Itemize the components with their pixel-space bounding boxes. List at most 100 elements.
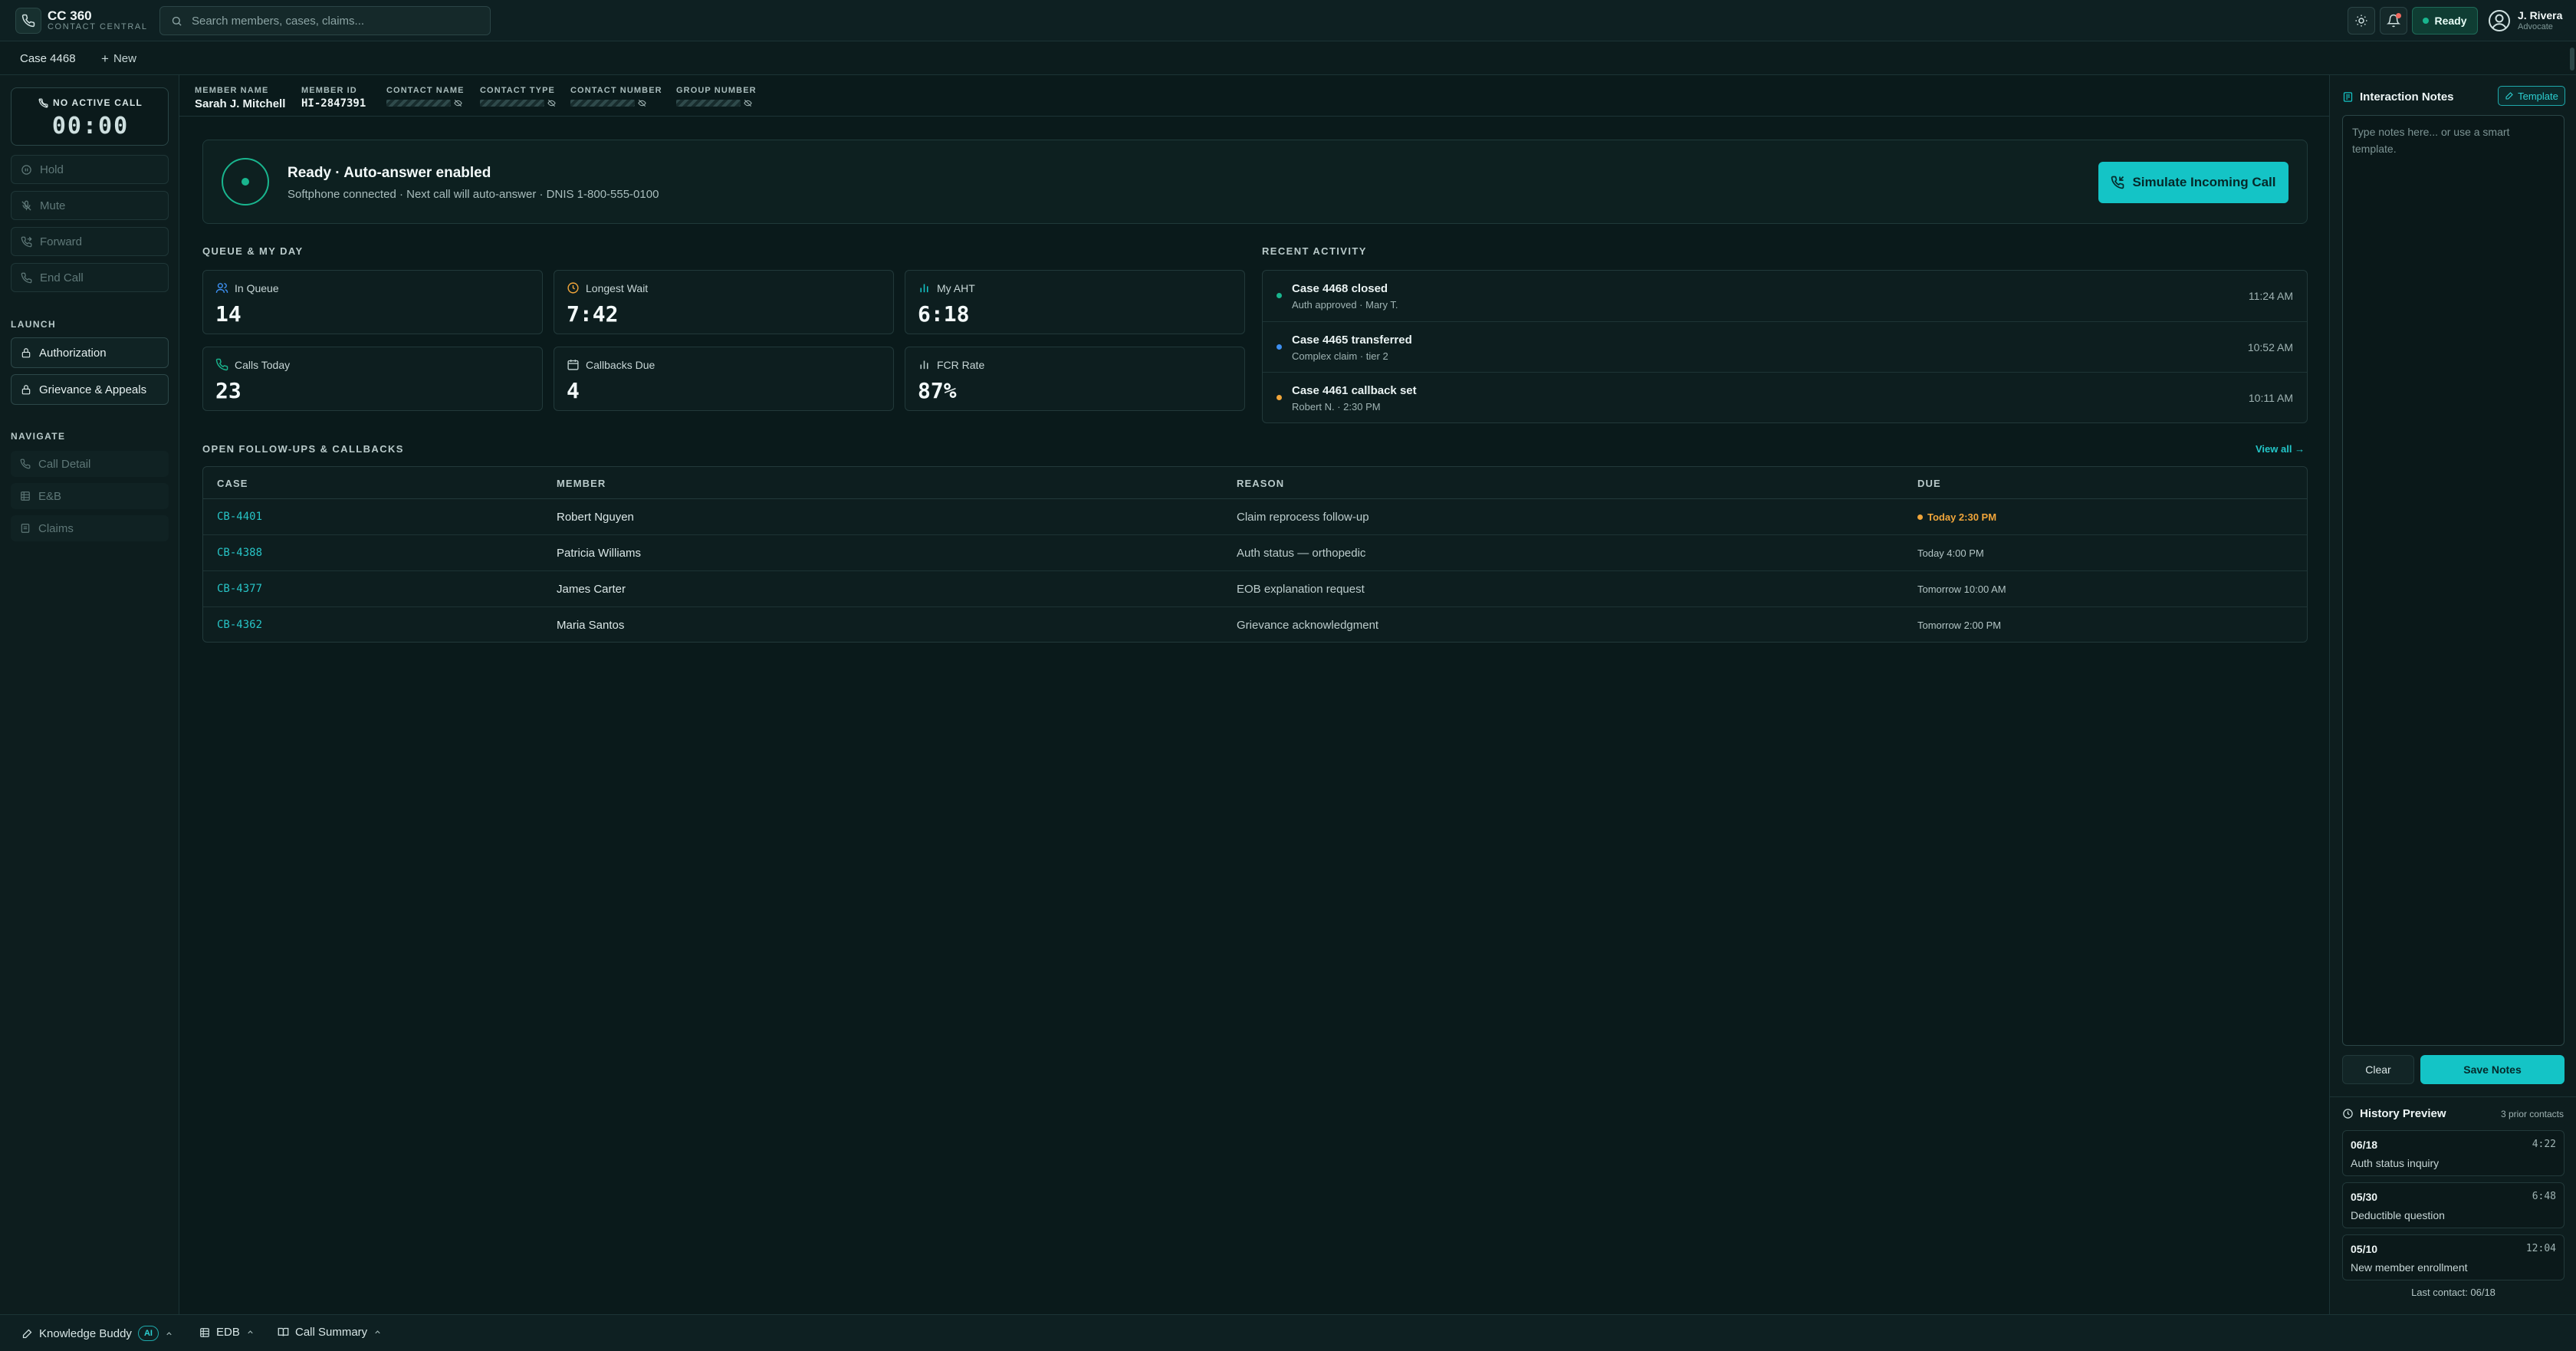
table-row[interactable]: CB-4377 James Carter EOB explanation req… bbox=[203, 571, 2307, 607]
knowledge-buddy-toggle[interactable]: Knowledge Buddy AI bbox=[21, 1326, 173, 1341]
ai-badge: AI bbox=[137, 1326, 159, 1341]
notes-title: Interaction Notes bbox=[2360, 90, 2454, 104]
stat-value: 23 bbox=[215, 378, 242, 403]
launch-authorization-button[interactable]: Authorization bbox=[11, 337, 169, 368]
table-row[interactable]: CB-4362 Maria Santos Grievance acknowled… bbox=[203, 607, 2307, 642]
left-sidebar: NO ACTIVE CALL 00:00 Hold Mute Forward E… bbox=[0, 75, 179, 1314]
nav-eb[interactable]: E&B bbox=[11, 483, 169, 509]
table-row[interactable]: CB-4388 Patricia Williams Auth status — … bbox=[203, 535, 2307, 571]
history-topic: Deductible question bbox=[2351, 1209, 2445, 1221]
activity-item[interactable]: Case 4468 closed Auth approved · Mary T.… bbox=[1263, 271, 2307, 321]
clock-icon bbox=[567, 282, 579, 294]
forward-button[interactable]: Forward bbox=[11, 227, 169, 256]
member-name-value: Sarah J. Mitchell bbox=[195, 97, 286, 110]
end-call-button[interactable]: End Call bbox=[11, 263, 169, 292]
call-status-label: NO ACTIVE CALL bbox=[52, 97, 143, 108]
app-subtitle: CONTACT CENTRAL bbox=[48, 22, 148, 31]
history-card[interactable]: 05/10 12:04 New member enrollment bbox=[2342, 1234, 2564, 1280]
plus-icon: + bbox=[101, 51, 109, 66]
due-date: Tomorrow 10:00 AM bbox=[1917, 583, 2006, 595]
due-text: Today 2:30 PM bbox=[1927, 511, 1997, 523]
notifications-button[interactable] bbox=[2380, 7, 2407, 35]
table-row[interactable]: CB-4401 Robert Nguyen Claim reprocess fo… bbox=[203, 499, 2307, 535]
history-card[interactable]: 05/30 6:48 Deductible question bbox=[2342, 1182, 2564, 1228]
template-button[interactable]: Template bbox=[2498, 86, 2565, 106]
case-id-link[interactable]: CB-4401 bbox=[217, 511, 262, 523]
case-id-link[interactable]: CB-4377 bbox=[217, 583, 262, 595]
call-summary-toggle[interactable]: Call Summary bbox=[278, 1326, 382, 1339]
search-input[interactable] bbox=[191, 14, 490, 28]
view-all-link[interactable]: View all → bbox=[2256, 443, 2305, 455]
history-card[interactable]: 06/18 4:22 Auth status inquiry bbox=[2342, 1130, 2564, 1176]
contact-name-masked[interactable] bbox=[386, 99, 465, 107]
masked-value bbox=[386, 100, 451, 107]
scrollbar-thumb[interactable] bbox=[2570, 48, 2574, 71]
clear-notes-button[interactable]: Clear bbox=[2342, 1055, 2414, 1084]
history-count: 3 prior contacts bbox=[2500, 1109, 2564, 1119]
grid-icon bbox=[21, 491, 30, 501]
activity-subtitle: Complex claim · tier 2 bbox=[1292, 350, 1388, 362]
eye-off-icon bbox=[744, 99, 752, 107]
stat-label: Calls Today bbox=[235, 358, 291, 371]
save-notes-button[interactable]: Save Notes bbox=[2420, 1055, 2564, 1084]
activity-item[interactable]: Case 4465 transferred Complex claim · ti… bbox=[1263, 321, 2307, 372]
launch-grievance-button[interactable]: Grievance & Appeals bbox=[11, 374, 169, 405]
new-tab-button[interactable]: + New bbox=[101, 52, 136, 65]
member-info-strip: MEMBER NAME Sarah J. Mitchell MEMBER ID … bbox=[179, 75, 2329, 117]
document-icon bbox=[21, 524, 30, 533]
mic-off-icon bbox=[21, 200, 31, 211]
history-date: 06/18 bbox=[2351, 1139, 2378, 1151]
case-id-link[interactable]: CB-4362 bbox=[217, 619, 262, 631]
group-number-masked[interactable] bbox=[676, 99, 757, 107]
phone-off-icon bbox=[38, 97, 48, 107]
eye-off-icon bbox=[638, 99, 646, 107]
last-contact: Last contact: 06/18 bbox=[2411, 1287, 2496, 1298]
member-name: Robert Nguyen bbox=[557, 511, 634, 524]
hold-button[interactable]: Hold bbox=[11, 155, 169, 184]
reason: EOB explanation request bbox=[1237, 583, 1365, 596]
phone-forward-icon bbox=[21, 236, 32, 247]
knowledge-buddy-label: Knowledge Buddy bbox=[39, 1326, 132, 1340]
tab-case-4468[interactable]: Case 4468 bbox=[20, 52, 76, 65]
activity-item[interactable]: Case 4461 callback set Robert N. · 2:30 … bbox=[1263, 372, 2307, 422]
stat-value: 87% bbox=[918, 378, 957, 403]
column-header-member[interactable]: MEMBER bbox=[557, 478, 606, 489]
nav-call-detail[interactable]: Call Detail bbox=[11, 451, 169, 477]
simulate-incoming-call-button[interactable]: Simulate Incoming Call bbox=[2098, 162, 2288, 203]
reason: Claim reprocess follow-up bbox=[1237, 511, 1369, 524]
recent-activity-list: Case 4468 closed Auth approved · Mary T.… bbox=[1262, 270, 2308, 423]
contact-number-masked[interactable] bbox=[570, 99, 662, 107]
eye-off-icon bbox=[547, 99, 556, 107]
mute-button[interactable]: Mute bbox=[11, 191, 169, 220]
lock-icon bbox=[21, 385, 31, 395]
stat-label: Longest Wait bbox=[586, 281, 649, 294]
edb-toggle[interactable]: EDB bbox=[199, 1326, 255, 1339]
contact-type-masked[interactable] bbox=[480, 99, 556, 107]
search-box[interactable] bbox=[159, 6, 491, 35]
user-avatar-icon[interactable] bbox=[2487, 8, 2512, 33]
notes-textarea[interactable] bbox=[2342, 115, 2564, 1046]
stat-callbacks-due: Callbacks Due 4 bbox=[554, 347, 894, 411]
stat-label: In Queue bbox=[235, 281, 279, 294]
ready-indicator-icon bbox=[222, 158, 269, 205]
followups-heading: OPEN FOLLOW-UPS & CALLBACKS bbox=[202, 443, 404, 455]
column-header-case[interactable]: CASE bbox=[217, 478, 248, 489]
nav-claims[interactable]: Claims bbox=[11, 515, 169, 541]
case-id-link[interactable]: CB-4388 bbox=[217, 547, 262, 559]
call-summary-label: Call Summary bbox=[295, 1326, 368, 1339]
contact-number-field: CONTACT NUMBER bbox=[570, 86, 662, 107]
call-status: NO ACTIVE CALL bbox=[12, 97, 169, 108]
phone-logo-icon[interactable] bbox=[15, 8, 41, 34]
navigate-heading: NAVIGATE bbox=[11, 431, 66, 442]
stat-my-aht: My AHT 6:18 bbox=[905, 270, 1245, 334]
search-icon bbox=[172, 16, 182, 26]
contact-name-field: CONTACT NAME bbox=[386, 86, 465, 107]
theme-toggle-button[interactable] bbox=[2348, 7, 2375, 35]
column-header-due[interactable]: DUE bbox=[1917, 478, 1941, 489]
call-status-card: NO ACTIVE CALL 00:00 bbox=[11, 87, 169, 146]
column-header-reason[interactable]: REASON bbox=[1237, 478, 1284, 489]
reason: Grievance acknowledgment bbox=[1237, 619, 1379, 632]
urgent-dot bbox=[1917, 514, 1923, 520]
phone-icon bbox=[21, 272, 32, 283]
status-ready-button[interactable]: Ready bbox=[2412, 7, 2478, 35]
